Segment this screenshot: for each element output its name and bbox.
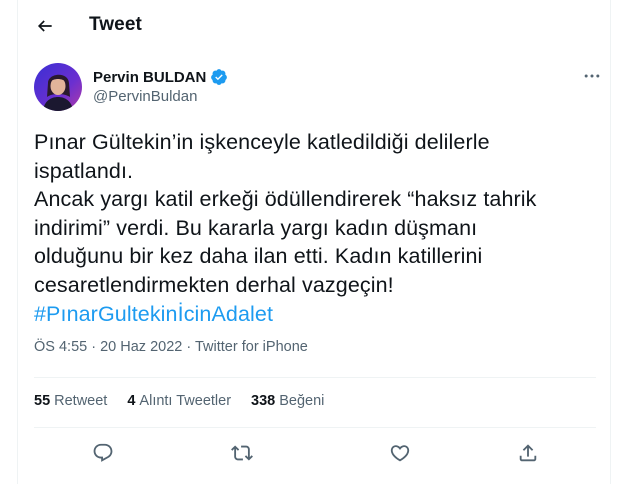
retweet-button[interactable] xyxy=(225,436,259,470)
avatar[interactable] xyxy=(34,63,82,111)
hashtag-link[interactable]: #PınarGultekinİcinAdalet xyxy=(34,300,594,329)
avatar-image xyxy=(34,63,82,111)
verified-badge-icon xyxy=(211,69,228,85)
reply-button[interactable] xyxy=(86,436,120,470)
tweet-text-line: Ancak yargı katil erkeği ödüllendirerek … xyxy=(34,187,537,212)
page-title: Tweet xyxy=(89,14,142,35)
tweet-text-line: olduğunu bir kez daha ilan etti. Kadın k… xyxy=(34,244,483,269)
retweets-count: 55 xyxy=(34,393,51,409)
meta-separator: · xyxy=(91,339,97,355)
tweet-text-line: ispatlandı. xyxy=(34,158,134,183)
author-block: Pervin BULDAN @PervinBuldan xyxy=(93,68,228,105)
meta-separator: · xyxy=(186,339,192,355)
share-icon xyxy=(519,444,537,462)
action-bar xyxy=(18,436,610,470)
likes-label: Beğeni xyxy=(279,393,325,409)
reply-icon xyxy=(93,443,113,462)
quote-tweets-count: 4 xyxy=(127,393,136,409)
like-button[interactable] xyxy=(383,436,417,470)
retweets-stat[interactable]: 55 Retweet xyxy=(34,393,107,409)
author-handle[interactable]: @PervinBuldan xyxy=(93,88,228,105)
tweet-source[interactable]: Twitter for iPhone xyxy=(195,339,308,355)
likes-count: 338 xyxy=(251,393,276,409)
arrow-left-icon xyxy=(37,20,52,32)
tweet-text-line: Pınar Gültekin’in işkenceyle katledildiğ… xyxy=(34,130,490,154)
tweet-detail-column: Tweet Pervin BULDAN @PervinBuldan Pınar … xyxy=(17,0,611,484)
engagement-stats: 55 Retweet 4 Alıntı Tweetler 338 Beğeni xyxy=(34,393,344,409)
quote-tweets-label: Alıntı Tweetler xyxy=(139,393,232,409)
retweets-label: Retweet xyxy=(54,393,108,409)
top-header: Tweet xyxy=(18,0,610,51)
tweet-text-line: indirimi” verdi. Bu kararla yargı kadın … xyxy=(34,215,478,240)
back-button[interactable] xyxy=(30,11,60,41)
divider xyxy=(34,427,596,428)
share-button[interactable] xyxy=(511,436,545,470)
likes-stat[interactable]: 338 Beğeni xyxy=(251,393,324,409)
retweet-icon xyxy=(231,445,253,461)
tweet-text: Pınar Gültekin’in işkenceyle katledildiğ… xyxy=(34,128,594,328)
tweet-text-line: cesaretlendirmekten derhal vazgeçin! xyxy=(34,272,394,297)
more-horizontal-icon xyxy=(584,74,600,78)
heart-icon xyxy=(390,445,410,462)
more-options-button[interactable] xyxy=(578,64,606,88)
author-display-name[interactable]: Pervin BULDAN xyxy=(93,69,206,86)
tweet-time[interactable]: ÖS 4:55 xyxy=(34,339,87,355)
divider xyxy=(34,377,596,378)
quote-tweets-stat[interactable]: 4 Alıntı Tweetler xyxy=(127,393,231,409)
tweet-date[interactable]: 20 Haz 2022 xyxy=(100,339,182,355)
tweet-metadata: ÖS 4:55 · 20 Haz 2022 · Twitter for iPho… xyxy=(34,339,308,355)
